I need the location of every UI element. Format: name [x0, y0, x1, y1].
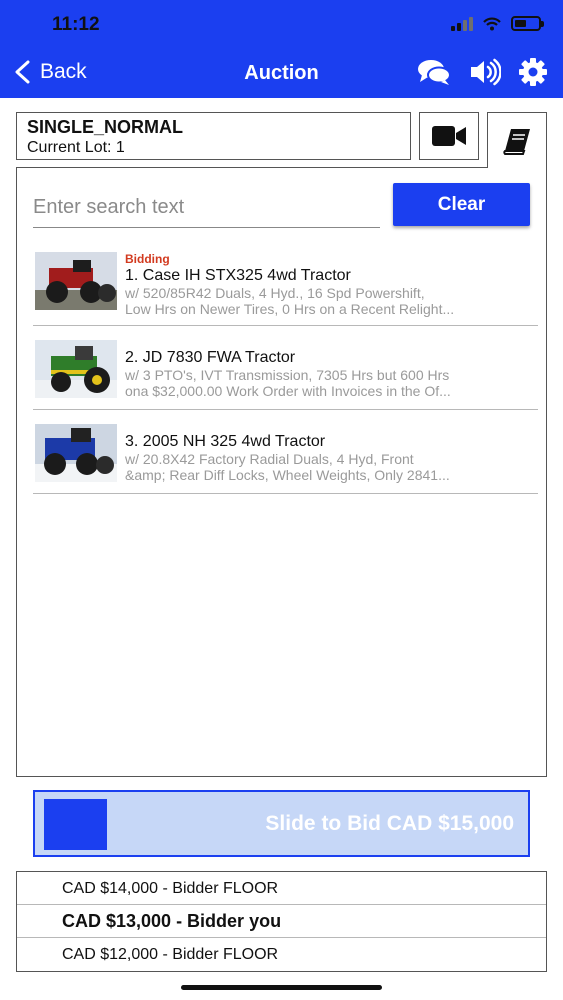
gear-icon[interactable] [519, 58, 547, 86]
lot-description: Low Hrs on Newer Tires, 0 Hrs on a Recen… [125, 301, 455, 317]
auction-lot-info: SINGLE_NORMAL Current Lot: 1 [16, 112, 411, 160]
slide-to-bid-label: Slide to Bid CAD $15,000 [265, 812, 514, 835]
lot-description: &amp; Rear Diff Locks, Wheel Weights, On… [125, 467, 450, 483]
lot-details: 3. 2005 NH 325 4wd Tractor w/ 20.8X42 Fa… [125, 432, 528, 483]
lot-details: Bidding 1. Case IH STX325 4wd Tractor w/… [125, 252, 528, 317]
back-button[interactable]: Back [12, 60, 87, 84]
battery-icon [511, 16, 544, 31]
bid-history-row: CAD $12,000 - Bidder FLOOR [62, 946, 279, 963]
chevron-left-icon [15, 60, 30, 84]
chat-icon[interactable] [417, 58, 451, 86]
lot-list-item[interactable]: 2. JD 7830 FWA Tractor w/ 3 PTO's, IVT T… [33, 330, 538, 410]
cellular-signal-icon [451, 16, 473, 31]
lot-catalog-panel: Clear Bidding 1. Case IH STX325 4wd Trac… [16, 167, 547, 777]
back-label: Back [40, 60, 87, 83]
lot-thumbnail [35, 340, 117, 398]
bid-history-list: CAD $14,000 - Bidder FLOOR CAD $13,000 -… [16, 871, 547, 972]
lot-list: Bidding 1. Case IH STX325 4wd Tractor w/… [33, 246, 538, 498]
header-actions [417, 58, 547, 86]
lot-title: 2. JD 7830 FWA Tractor [125, 349, 296, 366]
lot-thumbnail [35, 252, 117, 310]
wifi-icon [483, 17, 501, 30]
video-camera-icon [432, 126, 466, 146]
lot-list-item[interactable]: Bidding 1. Case IH STX325 4wd Tractor w/… [33, 246, 538, 326]
clear-button[interactable]: Clear [393, 183, 530, 226]
lot-description: ona $32,000.00 Work Order with Invoices … [125, 383, 451, 399]
lot-description: w/ 20.8X42 Factory Radial Duals, 4 Hyd, … [125, 451, 414, 467]
video-tab-button[interactable] [419, 112, 479, 160]
auction-name: SINGLE_NORMAL [27, 117, 184, 137]
bid-history-row: CAD $13,000 - Bidder you [17, 905, 546, 938]
slide-to-bid-handle[interactable] [44, 799, 107, 850]
lot-list-item[interactable]: 3. 2005 NH 325 4wd Tractor w/ 20.8X42 Fa… [33, 414, 538, 494]
home-indicator [181, 985, 382, 990]
book-icon [503, 128, 530, 155]
speaker-icon[interactable] [469, 58, 501, 86]
lot-description: w/ 3 PTO's, IVT Transmission, 7305 Hrs b… [125, 367, 450, 383]
lot-details: 2. JD 7830 FWA Tractor w/ 3 PTO's, IVT T… [125, 348, 528, 399]
app-header: 11:12 Back Auction [0, 0, 563, 98]
lot-status-badge: Bidding [125, 252, 170, 266]
lot-description: w/ 520/85R42 Duals, 4 Hyd., 16 Spd Power… [125, 285, 425, 301]
status-icons [451, 16, 544, 31]
catalog-tab-button[interactable] [487, 112, 547, 168]
lot-thumbnail [35, 424, 117, 482]
lot-title: 1. Case IH STX325 4wd Tractor [125, 267, 351, 284]
status-time: 11:12 [52, 14, 100, 35]
bid-history-row: CAD $14,000 - Bidder FLOOR [17, 872, 546, 905]
lot-title: 3. 2005 NH 325 4wd Tractor [125, 433, 326, 450]
search-input[interactable] [33, 188, 380, 228]
current-lot: Current Lot: 1 [27, 139, 125, 156]
slide-to-bid-track[interactable]: Slide to Bid CAD $15,000 [33, 790, 530, 857]
